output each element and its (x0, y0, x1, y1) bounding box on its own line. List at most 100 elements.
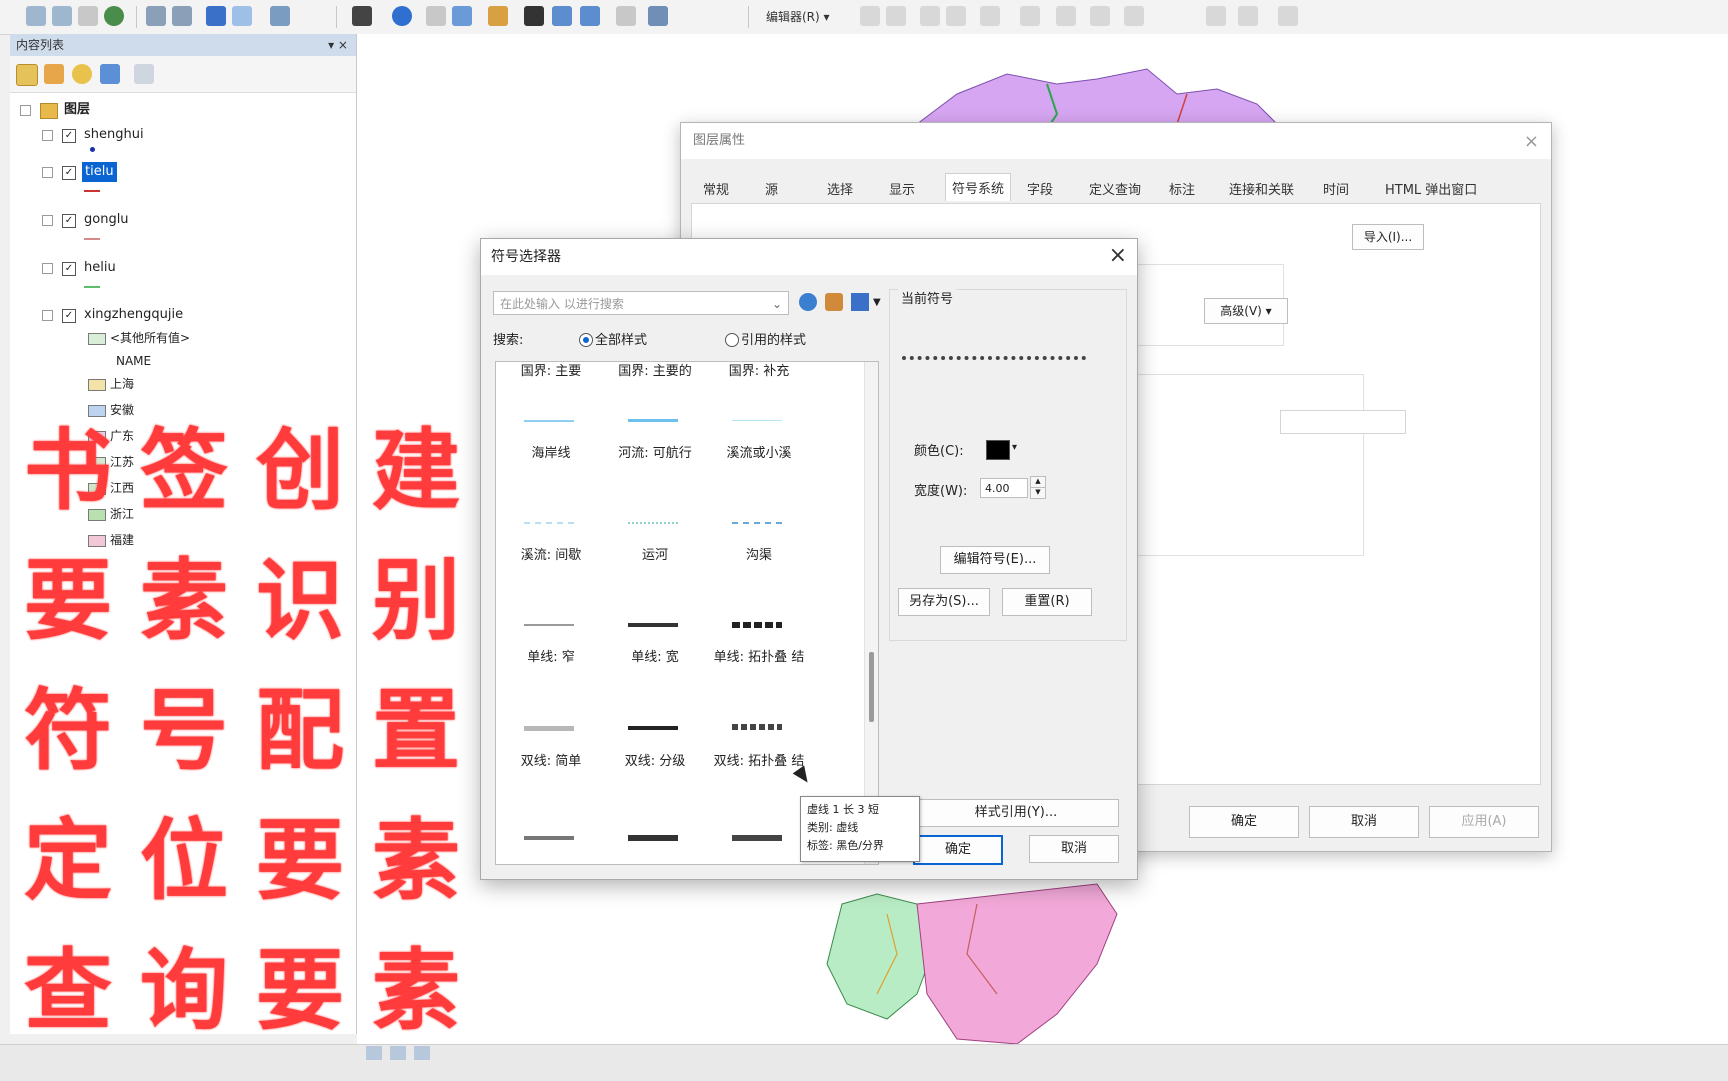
vertical-scrollbar[interactable] (864, 362, 878, 864)
forward-arrow-icon[interactable] (232, 6, 252, 26)
layer-name-selected[interactable]: tielu (82, 162, 117, 182)
symbol-swatch[interactable] (628, 623, 678, 627)
tab-time[interactable]: 时间 (1323, 179, 1349, 198)
import-button[interactable]: 导入(I)... (1352, 224, 1424, 250)
identify-icon[interactable] (392, 6, 412, 26)
search-input[interactable]: 在此处输入 以进行搜索 ⌄ (493, 291, 789, 315)
zoom-in-icon[interactable] (26, 6, 46, 26)
symbol-label[interactable]: 海岸线 (496, 446, 606, 462)
radio-referenced-styles-label[interactable]: 引用的样式 (741, 329, 806, 348)
symbol-label[interactable]: 双线: 简单 (496, 754, 606, 770)
tab-general[interactable]: 常规 (703, 179, 729, 198)
options-icon[interactable] (134, 64, 154, 84)
symbol-label[interactable]: 沟渠 (704, 548, 814, 564)
symbol-label[interactable]: 国界: 主要的 (600, 364, 710, 380)
layer-visibility-checkbox[interactable]: ✓ (62, 166, 76, 180)
tab-definition-query[interactable]: 定义查询 (1089, 179, 1141, 198)
tab-display[interactable]: 显示 (889, 179, 915, 198)
symbol-label[interactable]: 单线: 拓扑叠 结 (704, 650, 814, 666)
symbol-label[interactable]: 溪流或小溪 (704, 446, 814, 462)
tab-source[interactable]: 源 (765, 179, 778, 198)
scrollbar-thumb[interactable] (869, 652, 874, 722)
layer-name[interactable]: heliu (84, 258, 116, 278)
layer-visibility-checkbox[interactable]: ✓ (62, 214, 76, 228)
symbol-label[interactable]: 双线: 拓扑叠 结 (704, 754, 814, 770)
go-to-xy-icon[interactable] (552, 6, 572, 26)
layer-row-shenghui[interactable]: ✓ shenghui (10, 125, 310, 145)
close-icon[interactable]: × (1109, 243, 1127, 268)
list-by-selection-icon[interactable] (100, 64, 120, 84)
symbol-swatch[interactable] (732, 724, 782, 730)
layer-row-xingzhengqujie[interactable]: ✓ xingzhengqujie (10, 305, 310, 325)
chevron-down-icon[interactable]: ▼ (873, 297, 881, 308)
expand-icon[interactable] (42, 167, 53, 178)
toc-window-controls[interactable]: ▾ × (328, 34, 348, 56)
symbol-swatch[interactable] (732, 522, 782, 524)
tab-labels[interactable]: 标注 (1169, 179, 1195, 198)
expand-icon[interactable] (42, 130, 53, 141)
symbol-label[interactable]: 双线: 分级 (600, 754, 710, 770)
ok-button[interactable]: 确定 (913, 835, 1003, 865)
reset-button[interactable]: 重置(R) (1002, 588, 1092, 616)
symbol-label[interactable]: 运河 (600, 548, 710, 564)
spin-down-icon[interactable]: ▼ (1030, 487, 1046, 499)
layer-name[interactable]: gonglu (84, 210, 129, 230)
select-elements-icon[interactable] (352, 6, 372, 26)
tree-root-layers[interactable]: 图层 (10, 100, 310, 120)
symbol-label[interactable]: 河流: 可航行 (600, 446, 710, 462)
layer-name[interactable]: xingzhengqujie (84, 305, 183, 325)
layer-row-gonglu[interactable]: ✓ gonglu (10, 210, 310, 230)
symbol-swatch[interactable] (732, 420, 782, 421)
hyperlink-icon[interactable] (580, 6, 600, 26)
fixed-zoom-out-icon[interactable] (172, 6, 192, 26)
view-options-icon[interactable] (851, 293, 869, 311)
data-view-icon[interactable] (366, 1046, 382, 1060)
symbol-gallery[interactable]: 国界: 主要 国界: 主要的 国界: 补充 海岸线 河流: 可航行 溪流或小溪 … (495, 361, 879, 865)
tab-html-popup[interactable]: HTML 弹出窗口 (1385, 179, 1477, 198)
search-icon[interactable] (799, 293, 817, 311)
tab-symbology[interactable]: 符号系统 (945, 173, 1012, 201)
collapse-icon[interactable] (42, 310, 53, 321)
tab-joins-relates[interactable]: 连接和关联 (1229, 179, 1294, 198)
fixed-zoom-in-icon[interactable] (146, 6, 166, 26)
color-picker[interactable] (986, 440, 1010, 460)
select-features-icon[interactable] (270, 6, 290, 26)
cancel-button[interactable]: 取消 (1029, 835, 1119, 863)
time-slider-icon[interactable] (488, 6, 508, 26)
full-extent-icon[interactable] (104, 6, 124, 26)
style-references-button[interactable]: 样式引用(Y)... (913, 799, 1119, 827)
html-popup-icon[interactable] (452, 6, 472, 26)
measure-icon[interactable] (426, 6, 446, 26)
overview-icon[interactable] (616, 6, 636, 26)
symbol-swatch[interactable] (628, 522, 678, 524)
radio-all-styles[interactable] (579, 333, 593, 347)
back-arrow-icon[interactable] (206, 6, 226, 26)
symbol-swatch[interactable] (732, 622, 782, 628)
expand-icon[interactable] (42, 263, 53, 274)
symbol-label[interactable]: 单线: 宽 (600, 650, 710, 666)
advanced-button[interactable]: 高级(V) ▾ (1204, 298, 1288, 324)
expand-icon[interactable] (42, 215, 53, 226)
layer-visibility-checkbox[interactable]: ✓ (62, 309, 76, 323)
radio-referenced-styles[interactable] (725, 333, 739, 347)
cancel-button[interactable]: 取消 (1309, 806, 1419, 838)
symbol-label[interactable]: 国界: 主要 (496, 364, 606, 380)
list-by-visibility-icon[interactable] (72, 64, 92, 84)
zoom-out-icon[interactable] (52, 6, 72, 26)
ok-button[interactable]: 确定 (1189, 806, 1299, 838)
layout-view-icon[interactable] (390, 1046, 406, 1060)
edit-symbol-button[interactable]: 编辑符号(E)... (940, 546, 1050, 574)
refresh-icon[interactable] (414, 1046, 430, 1060)
symbol-swatch[interactable] (524, 836, 574, 840)
list-by-drawing-order-icon[interactable] (16, 64, 38, 86)
layer-row-tielu[interactable]: ✓ tielu (10, 162, 310, 182)
list-by-source-icon[interactable] (44, 64, 64, 84)
radio-all-styles-label[interactable]: 全部样式 (595, 329, 647, 348)
symbol-label[interactable]: 单线: 窄 (496, 650, 606, 666)
style-manager-icon[interactable] (825, 293, 843, 311)
symbol-swatch[interactable] (628, 419, 678, 422)
tab-fields[interactable]: 字段 (1027, 179, 1053, 198)
collapse-icon[interactable] (20, 105, 31, 116)
symbol-swatch[interactable] (628, 835, 678, 841)
symbol-label[interactable]: 溪流: 间歇 (496, 548, 606, 564)
